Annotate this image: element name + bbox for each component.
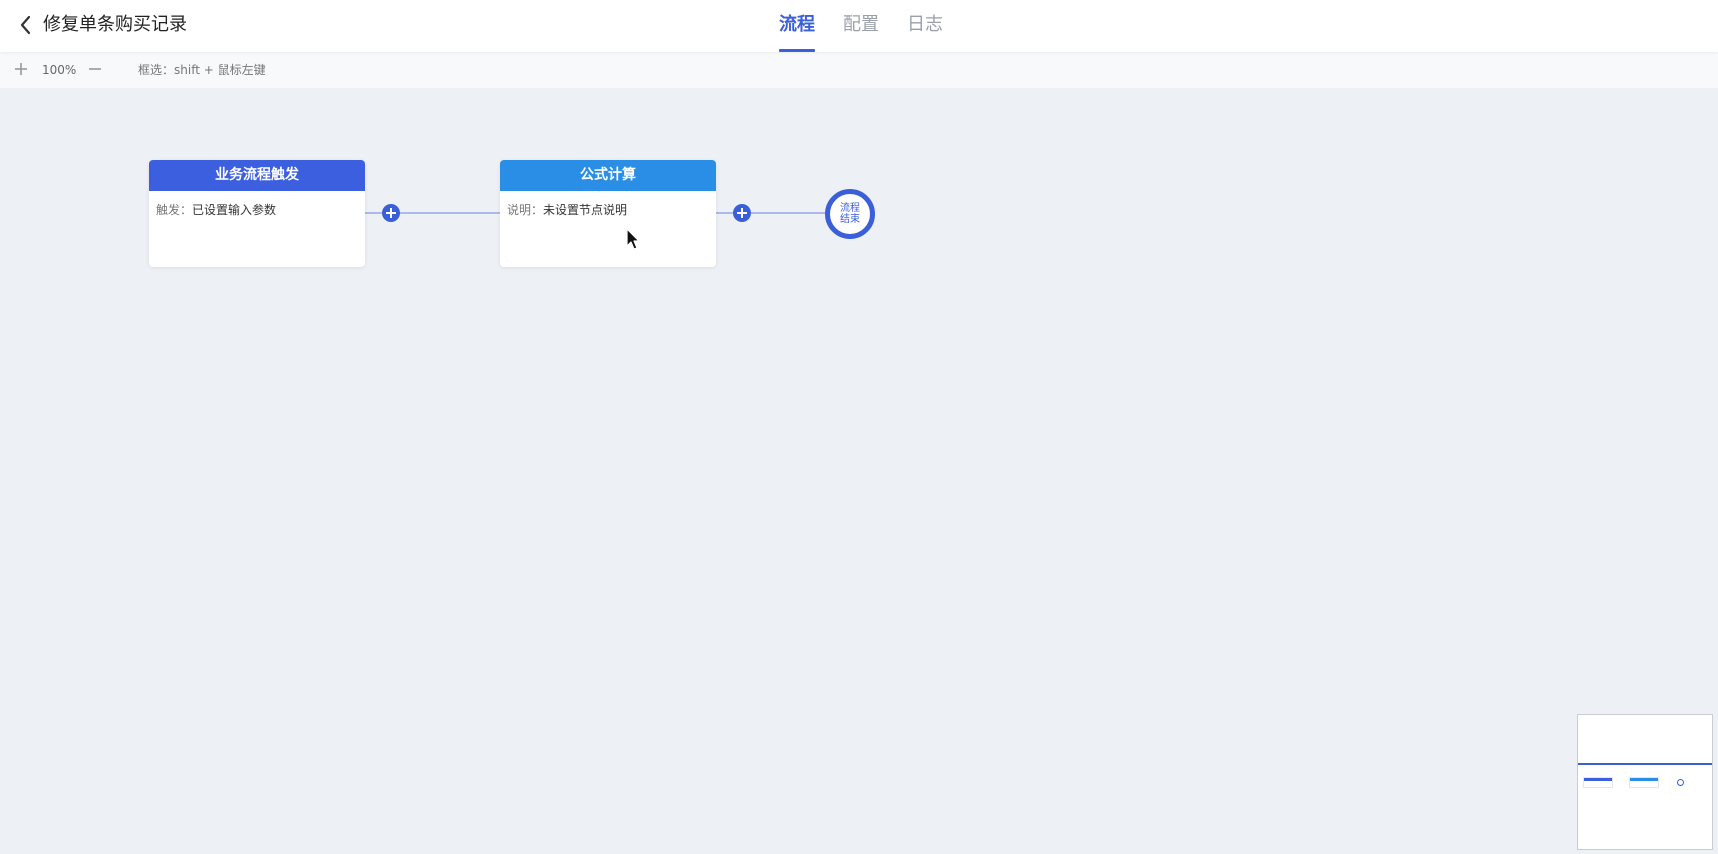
node-title: 公式计算 [500,160,716,191]
back-button[interactable] [14,12,38,38]
flow-node-trigger[interactable]: 业务流程触发 触发：已设置输入参数 [149,160,365,267]
minimap-node [1583,777,1613,788]
tab-bar: 流程 配置 日志 [779,0,971,52]
minimap[interactable] [1577,714,1713,850]
app-header: 修复单条购买记录 流程 配置 日志 [0,0,1718,52]
flow-end-node[interactable]: 流程结束 [825,189,875,239]
zoom-out-button[interactable] [87,61,103,77]
node-title: 业务流程触发 [149,160,365,191]
minimap-end-node [1677,779,1684,786]
page-title: 修复单条购买记录 [43,14,187,35]
flow-canvas[interactable]: 业务流程触发 触发：已设置输入参数 公式计算 说明：未设置节点说明 流程结束 [0,88,1718,854]
node-body: 触发：已设置输入参数 [149,191,365,229]
mouse-cursor-icon [626,228,640,250]
end-node-label: 流程结束 [840,203,860,225]
node-field-label: 说明： [507,203,544,217]
plus-icon [15,63,27,75]
add-node-button[interactable] [733,204,751,222]
zoom-level: 100% [42,63,77,77]
node-field-value: 未设置节点说明 [543,203,628,217]
tab-log[interactable]: 日志 [907,0,943,52]
minimap-viewport[interactable] [1578,763,1712,765]
node-body: 说明：未设置节点说明 [500,191,716,229]
tab-config[interactable]: 配置 [843,0,879,52]
node-field-value: 已设置输入参数 [192,203,277,217]
add-node-button[interactable] [382,204,400,222]
tab-flow[interactable]: 流程 [779,0,815,52]
minimap-node [1629,777,1659,788]
chevron-left-icon [20,15,31,35]
box-select-hint: 框选：shift + 鼠标左键 [138,63,266,77]
node-field-label: 触发： [156,203,193,217]
minus-icon [89,68,101,70]
zoom-in-button[interactable] [13,61,29,77]
flow-node-formula[interactable]: 公式计算 说明：未设置节点说明 [500,160,716,267]
canvas-toolbar: 100% 框选：shift + 鼠标左键 [0,52,1718,88]
